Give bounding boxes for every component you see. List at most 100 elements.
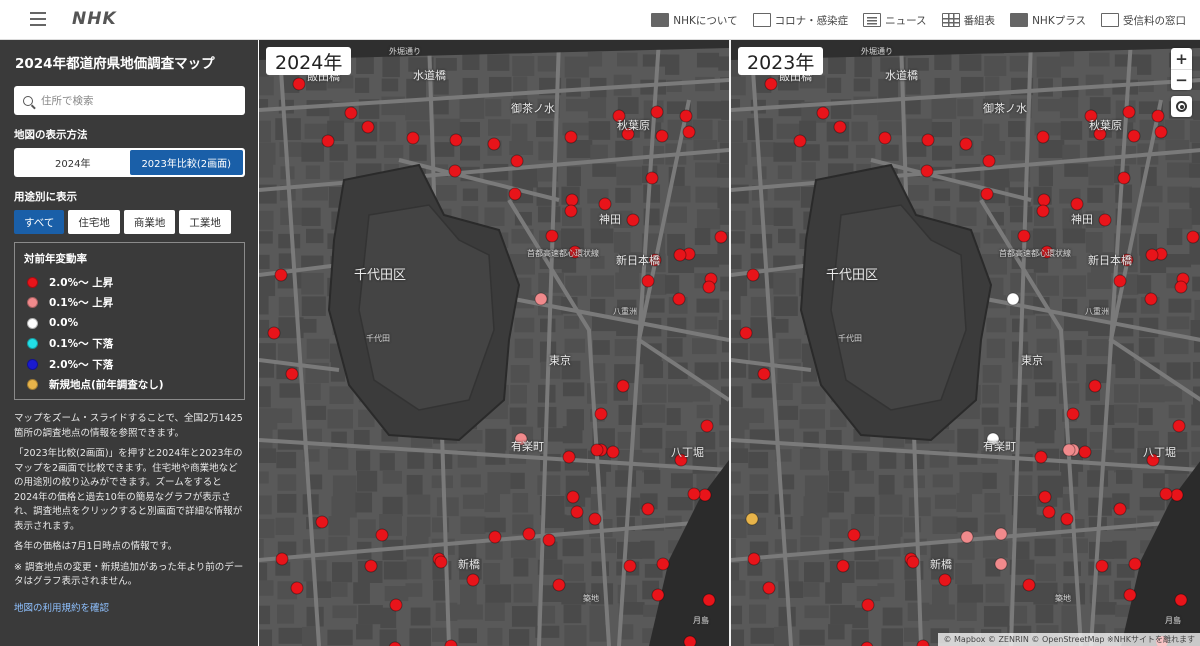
filter-industrial-button[interactable]: 工業地 <box>179 210 231 234</box>
survey-point[interactable] <box>267 326 281 340</box>
survey-point[interactable] <box>1037 193 1051 207</box>
survey-point[interactable] <box>1154 125 1168 139</box>
survey-point[interactable] <box>702 280 716 294</box>
survey-point[interactable] <box>906 555 920 569</box>
survey-point[interactable] <box>321 134 335 148</box>
survey-point[interactable] <box>564 204 578 218</box>
survey-point[interactable] <box>534 292 548 306</box>
survey-point[interactable] <box>980 187 994 201</box>
survey-point[interactable] <box>1123 588 1137 602</box>
survey-point[interactable] <box>344 106 358 120</box>
survey-point[interactable] <box>449 133 463 147</box>
survey-point[interactable] <box>406 131 420 145</box>
survey-point[interactable] <box>274 268 288 282</box>
survey-point[interactable] <box>285 367 299 381</box>
survey-point[interactable] <box>565 193 579 207</box>
survey-point[interactable] <box>488 530 502 544</box>
survey-point[interactable] <box>626 213 640 227</box>
survey-point[interactable] <box>1174 280 1188 294</box>
survey-point[interactable] <box>745 512 759 526</box>
survey-point[interactable] <box>1174 593 1188 607</box>
survey-point[interactable] <box>361 120 375 134</box>
survey-point[interactable] <box>1062 443 1076 457</box>
survey-point[interactable] <box>1128 557 1142 571</box>
survey-point[interactable] <box>836 559 850 573</box>
survey-point[interactable] <box>683 635 697 646</box>
survey-point[interactable] <box>1145 248 1159 262</box>
survey-point[interactable] <box>616 379 630 393</box>
filter-residential-button[interactable]: 住宅地 <box>68 210 120 234</box>
survey-point[interactable] <box>364 559 378 573</box>
survey-point[interactable] <box>1017 229 1031 243</box>
survey-point[interactable] <box>594 407 608 421</box>
survey-point[interactable] <box>1113 274 1127 288</box>
survey-point[interactable] <box>746 268 760 282</box>
survey-point[interactable] <box>673 248 687 262</box>
survey-point[interactable] <box>1151 109 1165 123</box>
survey-point[interactable] <box>739 326 753 340</box>
survey-point[interactable] <box>655 129 669 143</box>
survey-point[interactable] <box>1036 130 1050 144</box>
survey-point[interactable] <box>434 555 448 569</box>
survey-point[interactable] <box>1098 213 1112 227</box>
survey-point[interactable] <box>994 557 1008 571</box>
survey-point[interactable] <box>466 573 480 587</box>
survey-point[interactable] <box>714 230 728 244</box>
survey-point[interactable] <box>994 527 1008 541</box>
survey-point[interactable] <box>1038 490 1052 504</box>
survey-point[interactable] <box>645 171 659 185</box>
survey-point[interactable] <box>606 445 620 459</box>
survey-point[interactable] <box>700 419 714 433</box>
survey-point[interactable] <box>878 131 892 145</box>
filter-commercial-button[interactable]: 商業地 <box>123 210 176 234</box>
nhk-logo[interactable]: NHK <box>72 9 117 29</box>
survey-point[interactable] <box>816 106 830 120</box>
survey-point[interactable] <box>1022 578 1036 592</box>
map-2023[interactable]: 飯田橋 水道橋 御茶ノ水 秋葉原 神田 千代田区 新日本橋 千代田 東京 有楽町 八丁堀 新橋 築地 月島… <box>731 40 1200 646</box>
survey-point[interactable] <box>1088 379 1102 393</box>
zoom-out-button[interactable]: − <box>1171 69 1192 90</box>
search-input[interactable] <box>41 94 221 107</box>
nav-about-nhk[interactable]: NHKについて <box>651 13 738 28</box>
nav-news[interactable]: ニュース <box>863 13 927 28</box>
survey-point[interactable] <box>679 109 693 123</box>
survey-point[interactable] <box>960 530 974 544</box>
zoom-in-button[interactable]: + <box>1171 48 1192 69</box>
survey-point[interactable] <box>545 229 559 243</box>
survey-point[interactable] <box>687 487 701 501</box>
survey-point[interactable] <box>388 641 402 646</box>
survey-point[interactable] <box>510 154 524 168</box>
survey-point[interactable] <box>1122 105 1136 119</box>
survey-point[interactable] <box>651 588 665 602</box>
survey-point[interactable] <box>833 120 847 134</box>
nav-fee-window[interactable]: 受信料の窓口 <box>1101 13 1186 28</box>
survey-point[interactable] <box>290 581 304 595</box>
survey-point[interactable] <box>860 641 874 646</box>
survey-point[interactable] <box>1036 204 1050 218</box>
survey-point[interactable] <box>623 559 637 573</box>
survey-point[interactable] <box>702 593 716 607</box>
survey-point[interactable] <box>916 639 930 646</box>
survey-point[interactable] <box>641 274 655 288</box>
survey-point[interactable] <box>389 598 403 612</box>
survey-point[interactable] <box>1127 129 1141 143</box>
survey-point[interactable] <box>1159 487 1173 501</box>
mode-2024-button[interactable]: 2024年 <box>16 150 130 175</box>
survey-point[interactable] <box>1117 171 1131 185</box>
survey-point[interactable] <box>1172 419 1186 433</box>
survey-point[interactable] <box>861 598 875 612</box>
survey-point[interactable] <box>1186 230 1200 244</box>
filter-all-button[interactable]: すべて <box>14 210 65 234</box>
survey-point[interactable] <box>564 130 578 144</box>
survey-point[interactable] <box>1095 559 1109 573</box>
geolocate-button[interactable] <box>1171 96 1192 117</box>
nav-corona[interactable]: コロナ・感染症 <box>752 13 848 28</box>
hamburger-menu-icon[interactable] <box>30 12 46 26</box>
survey-point[interactable] <box>1144 292 1158 306</box>
survey-point[interactable] <box>1066 407 1080 421</box>
survey-point[interactable] <box>920 164 934 178</box>
terms-link[interactable]: 地図の利用規約を確認 <box>14 603 109 614</box>
survey-point[interactable] <box>292 77 306 91</box>
map-2024[interactable]: 飯田橋 水道橋 御茶ノ水 秋葉原 神田 千代田区 新日本橋 千代田 東京 有楽町 八丁堀 新橋 築地 月島… <box>259 40 729 646</box>
survey-point[interactable] <box>650 105 664 119</box>
